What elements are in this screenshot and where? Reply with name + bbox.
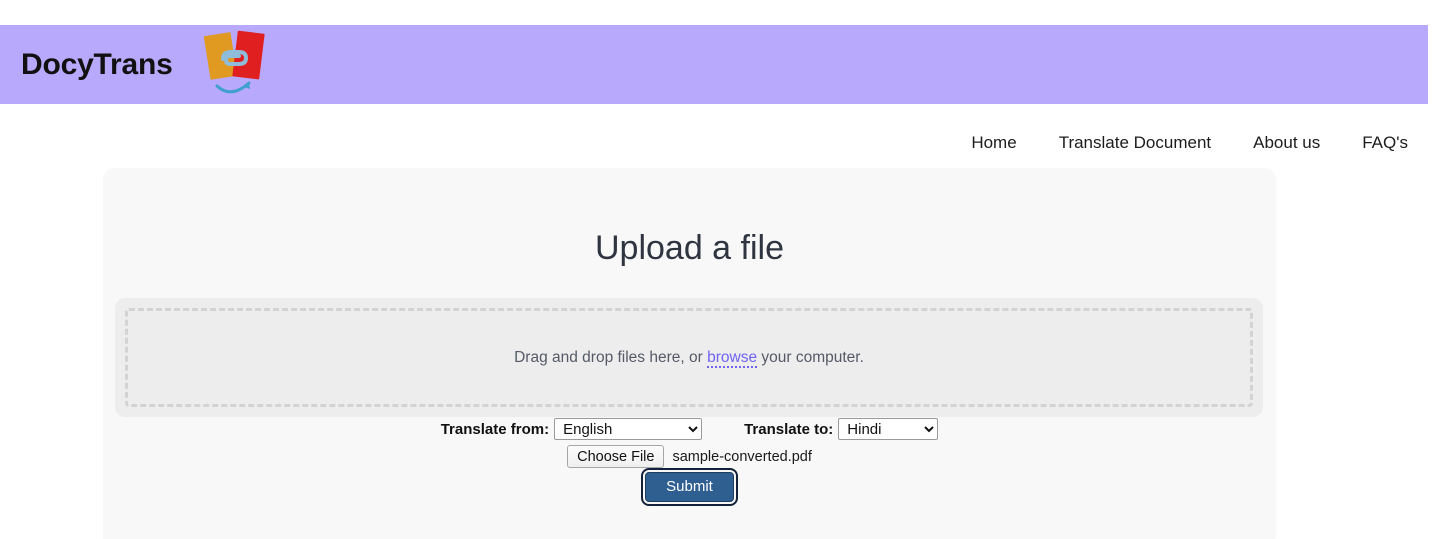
docytrans-paperclip-logo xyxy=(203,28,267,102)
page-root: DocyTrans Home Translate Document About … xyxy=(0,0,1440,539)
upload-card: Upload a file Drag and drop files here, … xyxy=(103,168,1276,539)
file-dropzone[interactable]: Drag and drop files here, or browse your… xyxy=(115,298,1263,417)
nav-item-translate-document[interactable]: Translate Document xyxy=(1059,133,1211,153)
translate-from-label: Translate from: xyxy=(440,420,550,438)
browse-link[interactable]: browse xyxy=(707,348,758,368)
dropzone-text-after: your computer. xyxy=(761,348,864,366)
translate-to-label: Translate to: xyxy=(744,420,834,438)
language-selection-row: Translate from: English Translate to: Hi… xyxy=(103,418,1276,440)
page-title: Upload a file xyxy=(594,229,784,267)
submit-button[interactable]: Submit xyxy=(641,468,738,506)
translate-from-select[interactable]: English xyxy=(554,418,703,440)
site-header: DocyTrans xyxy=(0,25,1428,104)
selected-file-name: sample-converted.pdf xyxy=(672,448,812,465)
dropzone-instructions: Drag and drop files here, or browse your… xyxy=(514,348,864,368)
submit-row: Submit xyxy=(103,468,1276,506)
brand-title: DocyTrans xyxy=(21,47,173,81)
nav-item-home[interactable]: Home xyxy=(971,133,1016,153)
nav-item-about-us[interactable]: About us xyxy=(1253,133,1320,153)
dropzone-text-before: Drag and drop files here, or xyxy=(514,348,703,366)
main-nav: Home Translate Document About us FAQ's xyxy=(0,133,1408,153)
file-input-row: Choose File sample-converted.pdf xyxy=(103,445,1276,468)
choose-file-button[interactable]: Choose File xyxy=(567,445,665,468)
translate-to-select[interactable]: Hindi xyxy=(838,418,939,440)
nav-item-faqs[interactable]: FAQ's xyxy=(1362,133,1408,153)
